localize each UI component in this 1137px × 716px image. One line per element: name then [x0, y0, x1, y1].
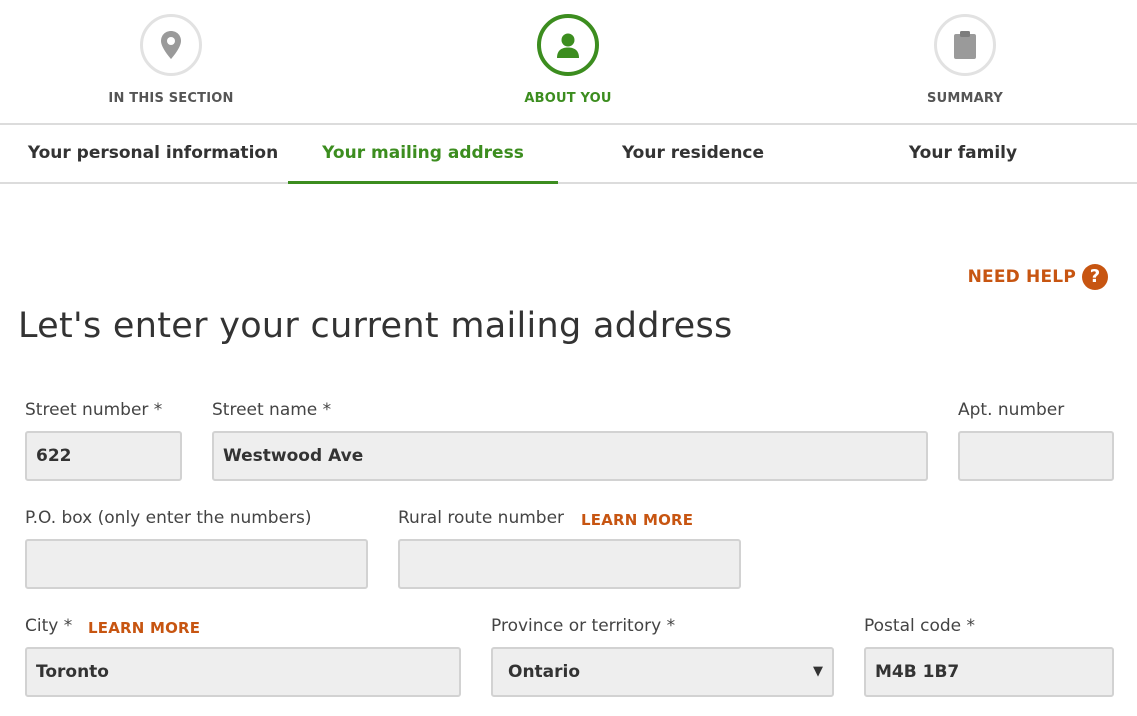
city-label: City * [25, 616, 73, 636]
need-help-link[interactable]: NEED HELP ? [968, 264, 1108, 290]
step-label: IN THIS SECTION [108, 91, 234, 106]
step-about-you[interactable]: ABOUT YOU [448, 14, 688, 106]
page-title: Let's enter your current mailing address [18, 306, 733, 346]
tab-residence[interactable]: Your residence [558, 125, 828, 184]
rural-route-input[interactable] [398, 539, 741, 589]
rural-route-learn-more-link[interactable]: LEARN MORE [581, 511, 693, 529]
question-icon: ? [1082, 264, 1108, 290]
street-number-input[interactable]: 622 [25, 431, 182, 481]
step-label: ABOUT YOU [524, 91, 612, 106]
chevron-down-icon: ▼ [813, 664, 823, 679]
progress-stepper: IN THIS SECTION ABOUT YOU SUMMARY [0, 0, 1137, 125]
province-select[interactable]: Ontario ▼ [491, 647, 834, 697]
step-label: SUMMARY [927, 91, 1003, 106]
tab-personal-information[interactable]: Your personal information [18, 125, 288, 184]
step-in-this-section[interactable]: IN THIS SECTION [51, 14, 291, 106]
po-box-label: P.O. box (only enter the numbers) [25, 508, 312, 528]
province-label: Province or territory * [491, 616, 676, 636]
step-circle [934, 14, 996, 76]
tab-mailing-address[interactable]: Your mailing address [288, 125, 558, 184]
city-learn-more-link[interactable]: LEARN MORE [88, 619, 200, 637]
apt-number-input[interactable] [958, 431, 1114, 481]
province-selected-value: Ontario [508, 662, 581, 682]
step-circle [140, 14, 202, 76]
street-number-label: Street number * [25, 400, 163, 420]
rural-route-label: Rural route number [398, 508, 565, 528]
postal-code-label: Postal code * [864, 616, 976, 636]
tab-family[interactable]: Your family [828, 125, 1098, 184]
step-summary[interactable]: SUMMARY [845, 14, 1085, 106]
need-help-label: NEED HELP [967, 267, 1076, 287]
street-name-label: Street name * [212, 400, 332, 420]
section-tabs: Your personal information Your mailing a… [0, 125, 1137, 184]
po-box-input[interactable] [25, 539, 368, 589]
step-circle [537, 14, 599, 76]
postal-code-input[interactable]: M4B 1B7 [864, 647, 1114, 697]
apt-number-label: Apt. number [958, 400, 1065, 420]
street-name-input[interactable]: Westwood Ave [212, 431, 928, 481]
city-input[interactable]: Toronto [25, 647, 461, 697]
